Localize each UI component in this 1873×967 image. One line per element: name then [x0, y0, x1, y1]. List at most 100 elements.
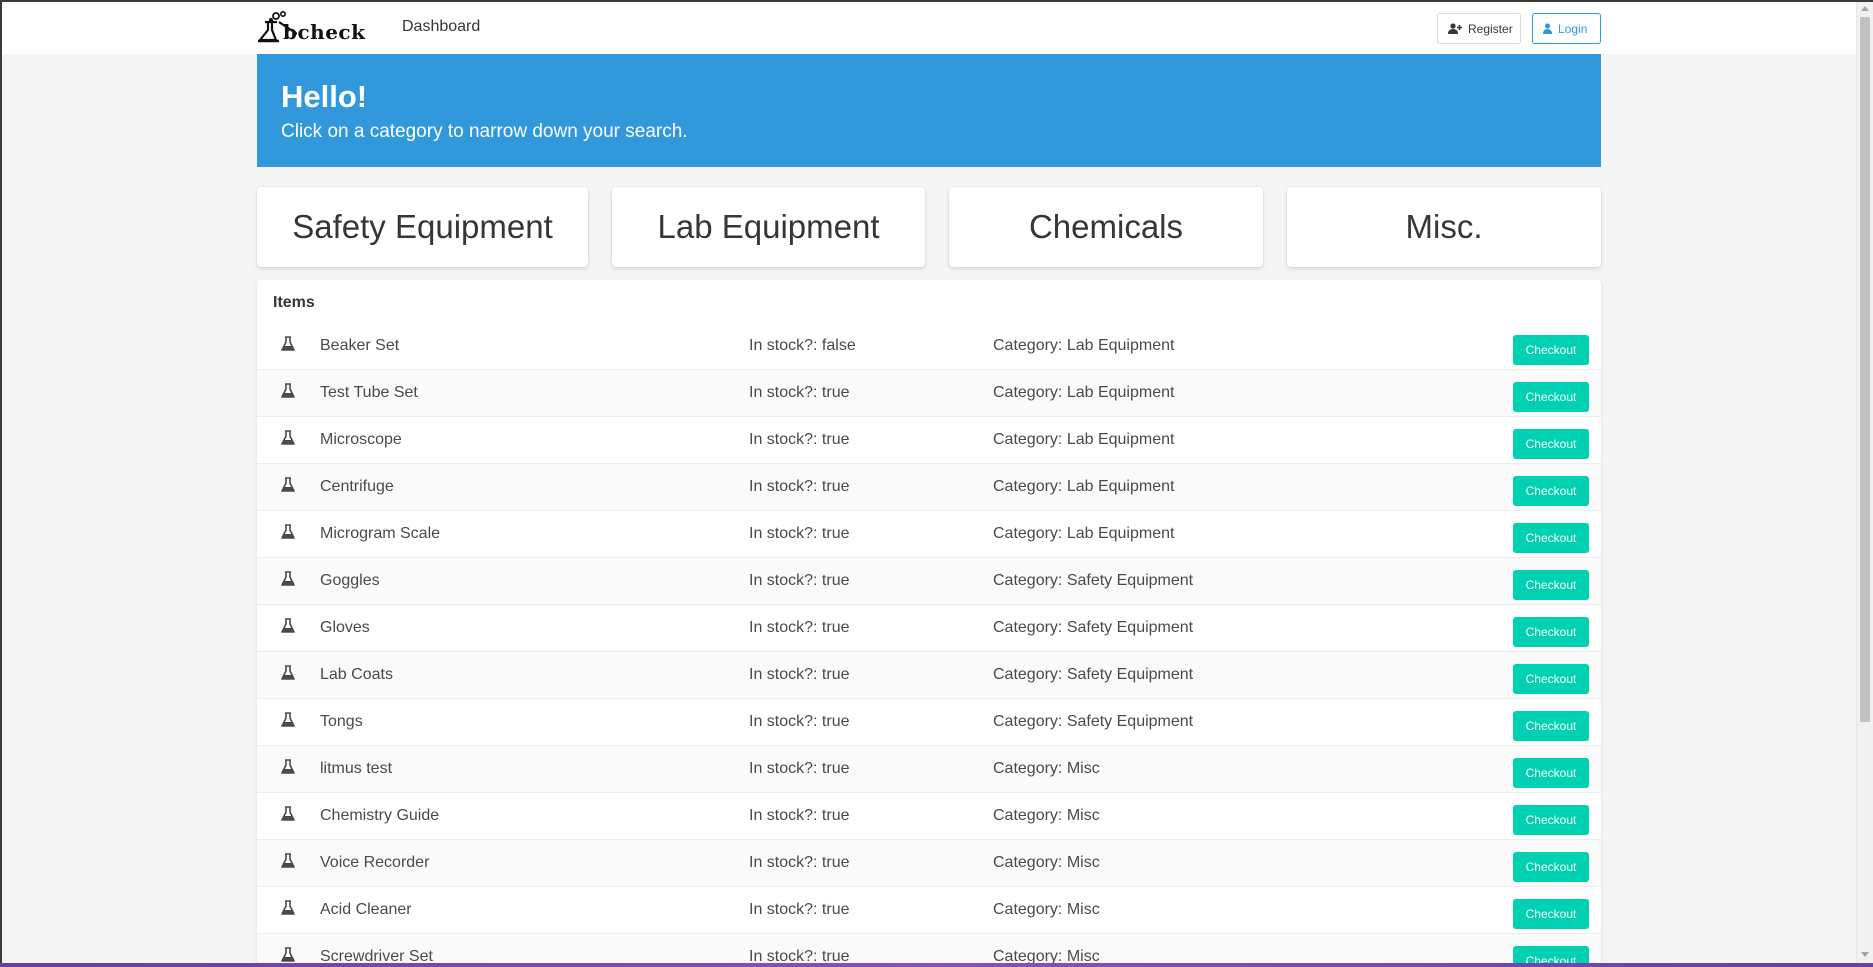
scroll-up-arrow-icon[interactable] [1861, 6, 1869, 11]
item-category: Category: Lab Equipment [993, 525, 1175, 542]
list-item[interactable]: Lab Coats In stock?: true Category: Safety… [257, 652, 1601, 699]
item-name: Beaker Set [320, 337, 400, 354]
item-stock-status: In stock?: true [749, 619, 850, 636]
item-category: Category: Misc [993, 901, 1100, 918]
items-list: Beaker Set In stock?: false Category: Lab … [257, 323, 1601, 967]
item-category: Category: Misc [993, 760, 1100, 777]
item-stock-status: In stock?: true [749, 713, 850, 730]
item-category: Category: Safety Equipment [993, 619, 1194, 636]
item-stock-status: In stock?: true [749, 760, 850, 777]
item-name: Goggles [320, 572, 380, 589]
nav-link-dashboard[interactable]: Dashboard [402, 18, 480, 36]
category-card-safety-equipment[interactable]: Safety Equipment [257, 187, 588, 267]
item-category: Category: Lab Equipment [993, 431, 1175, 448]
login-label: Login [1558, 21, 1588, 36]
item-category: Category: Lab Equipment [993, 384, 1175, 401]
checkout-button[interactable]: Checkout [1513, 805, 1589, 835]
item-stock-status: In stock?: true [749, 572, 850, 589]
item-name: Gloves [320, 619, 370, 636]
list-item[interactable]: Goggles In stock?: true Category: Safety E… [257, 558, 1601, 605]
hero-banner: Hello! Click on a category to narrow dow… [257, 54, 1601, 167]
list-item[interactable]: Microscope In stock?: true Category: Lab E… [257, 417, 1601, 464]
checkout-button[interactable]: Checkout [1513, 617, 1589, 647]
item-name: litmus test [320, 760, 393, 777]
item-category: Category: Safety Equipment [993, 572, 1194, 589]
user-plus-icon [1448, 23, 1462, 34]
item-stock-status: In stock?: true [749, 478, 850, 495]
flask-icon [281, 524, 295, 539]
item-name: Microscope [320, 431, 402, 448]
item-stock-status: In stock?: true [749, 901, 850, 918]
item-category: Category: Safety Equipment [993, 713, 1194, 730]
navbar-inner: bcheck Dashboard Register Login [257, 0, 1601, 54]
list-item[interactable]: Test Tube Set In stock?: true Category: La… [257, 370, 1601, 417]
item-category: Category: Misc [993, 854, 1100, 871]
checkout-button[interactable]: Checkout [1513, 429, 1589, 459]
list-item[interactable]: Acid Cleaner In stock?: true Category: Mis… [257, 887, 1601, 934]
category-card-misc[interactable]: Misc. [1287, 187, 1601, 267]
list-item[interactable]: Beaker Set In stock?: false Category: Lab … [257, 323, 1601, 370]
item-name: Microgram Scale [320, 525, 441, 542]
scroll-down-arrow-icon[interactable] [1861, 952, 1869, 957]
flask-icon [281, 665, 295, 680]
item-category: Category: Lab Equipment [993, 337, 1175, 354]
item-name: Chemistry Guide [320, 807, 440, 824]
flask-icon [281, 900, 295, 915]
flask-icon [281, 571, 295, 586]
checkout-button[interactable]: Checkout [1513, 711, 1589, 741]
flask-icon [281, 477, 295, 492]
flask-icon [281, 430, 295, 445]
category-card-chemicals[interactable]: Chemicals [949, 187, 1263, 267]
checkout-button[interactable]: Checkout [1513, 758, 1589, 788]
hero-title: Hello! [281, 79, 368, 114]
list-item[interactable]: Microgram Scale In stock?: true Category: … [257, 511, 1601, 558]
item-name: Tongs [320, 713, 363, 730]
logo-text: bcheck [283, 20, 366, 44]
list-item[interactable]: Centrifuge In stock?: true Category: Lab E… [257, 464, 1601, 511]
flask-icon [281, 853, 295, 868]
flask-icon [281, 712, 295, 727]
list-item[interactable]: Chemistry Guide In stock?: true Category: … [257, 793, 1601, 840]
item-stock-status: In stock?: true [749, 854, 850, 871]
checkout-button[interactable]: Checkout [1513, 476, 1589, 506]
list-item[interactable]: Gloves In stock?: true Category: Safety Eq… [257, 605, 1601, 652]
flask-icon [281, 618, 295, 633]
hero-subtitle: Click on a category to narrow down your … [281, 121, 688, 142]
user-icon [1543, 23, 1552, 34]
vertical-scrollbar[interactable] [1856, 0, 1873, 963]
scrollbar-thumb[interactable] [1860, 17, 1870, 722]
item-category: Category: Safety Equipment [993, 666, 1194, 683]
register-label: Register [1468, 21, 1513, 36]
register-button[interactable]: Register [1437, 13, 1521, 44]
flask-icon [281, 759, 295, 774]
items-heading: Items [273, 294, 315, 311]
item-category: Category: Misc [993, 807, 1100, 824]
checkout-button[interactable]: Checkout [1513, 664, 1589, 694]
item-stock-status: In stock?: false [749, 337, 856, 354]
flask-icon [281, 383, 295, 398]
item-stock-status: In stock?: true [749, 431, 850, 448]
checkout-button[interactable]: Checkout [1513, 335, 1589, 365]
login-button[interactable]: Login [1532, 13, 1601, 44]
checkout-button[interactable]: Checkout [1513, 523, 1589, 553]
flask-icon [281, 336, 295, 351]
item-name: Lab Coats [320, 666, 393, 683]
category-card-lab-equipment[interactable]: Lab Equipment [612, 187, 925, 267]
item-stock-status: In stock?: true [749, 666, 850, 683]
flask-icon [281, 806, 295, 821]
checkout-button[interactable]: Checkout [1513, 899, 1589, 929]
app-logo[interactable]: bcheck [257, 10, 377, 44]
checkout-button[interactable]: Checkout [1513, 852, 1589, 882]
bottom-edge-bar [0, 963, 1873, 967]
item-name: Voice Recorder [320, 854, 430, 871]
checkout-button[interactable]: Checkout [1513, 382, 1589, 412]
list-item[interactable]: Voice Recorder In stock?: true Category: M… [257, 840, 1601, 887]
navbar: bcheck Dashboard Register Login [0, 0, 1856, 54]
item-stock-status: In stock?: true [749, 384, 850, 401]
list-item[interactable]: Tongs In stock?: true Category: Safety Equ… [257, 699, 1601, 746]
item-stock-status: In stock?: true [749, 525, 850, 542]
item-name: Acid Cleaner [320, 901, 412, 918]
list-item[interactable]: litmus test In stock?: true Category: Misc… [257, 746, 1601, 793]
checkout-button[interactable]: Checkout [1513, 570, 1589, 600]
flask-icon [281, 947, 295, 962]
